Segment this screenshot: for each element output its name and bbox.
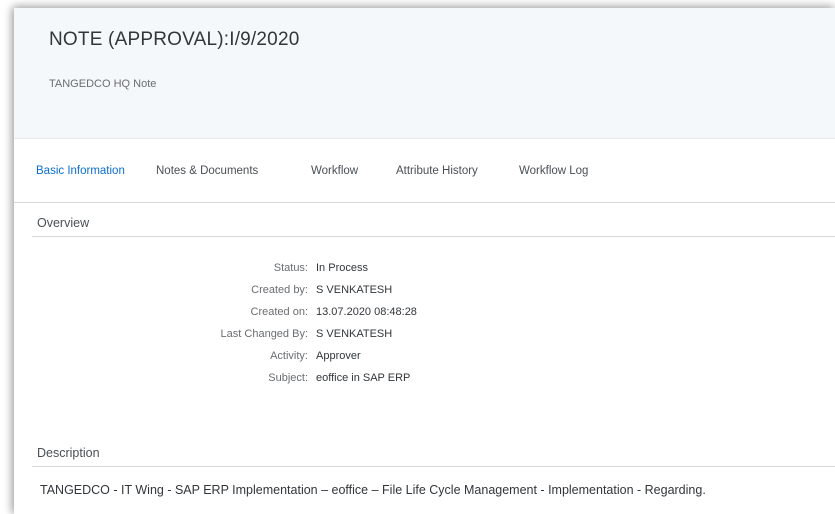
description-divider <box>32 466 835 467</box>
field-activity: Activity: Approver <box>14 350 835 366</box>
field-label: Status: <box>273 262 308 274</box>
tab-workflow-log[interactable]: Workflow Log <box>519 139 588 203</box>
field-value: 13.07.2020 08:48:28 <box>316 306 417 318</box>
overview-divider <box>32 236 835 237</box>
field-last-changed-by: Last Changed By: S VENKATESH <box>14 328 835 344</box>
page-title: NOTE (APPROVAL):I/9/2020 <box>49 29 300 50</box>
field-value: S VENKATESH <box>316 328 393 340</box>
tab-workflow[interactable]: Workflow <box>311 139 358 203</box>
field-value: Approver <box>316 350 361 362</box>
tab-attribute-history[interactable]: Attribute History <box>396 139 478 203</box>
field-label: Created by: <box>251 284 308 296</box>
field-subject: Subject: eoffice in SAP ERP <box>14 372 835 388</box>
description-text: TANGEDCO - IT Wing - SAP ERP Implementat… <box>40 483 706 497</box>
field-status: Status: In Process <box>14 262 835 278</box>
field-label: Activity: <box>270 350 308 362</box>
field-label: Created on: <box>250 306 308 318</box>
tab-notes-documents[interactable]: Notes & Documents <box>156 139 258 203</box>
tab-basic-information[interactable]: Basic Information <box>36 139 125 203</box>
note-detail-window: NOTE (APPROVAL):I/9/2020 TANGEDCO HQ Not… <box>14 8 835 514</box>
tab-bar: Basic Information Notes & Documents Work… <box>14 138 835 203</box>
field-label: Last Changed By: <box>220 328 308 340</box>
field-label: Subject: <box>268 372 308 384</box>
page-subtitle: TANGEDCO HQ Note <box>49 78 157 90</box>
object-header: NOTE (APPROVAL):I/9/2020 TANGEDCO HQ Not… <box>14 8 835 138</box>
field-created-by: Created by: S VENKATESH <box>14 284 835 300</box>
overview-section-title: Overview <box>37 216 90 230</box>
field-value: eoffice in SAP ERP <box>316 372 411 384</box>
description-section-title: Description <box>37 446 100 460</box>
field-value: S VENKATESH <box>316 284 393 296</box>
field-value: In Process <box>316 262 368 274</box>
field-created-on: Created on: 13.07.2020 08:48:28 <box>14 306 835 322</box>
